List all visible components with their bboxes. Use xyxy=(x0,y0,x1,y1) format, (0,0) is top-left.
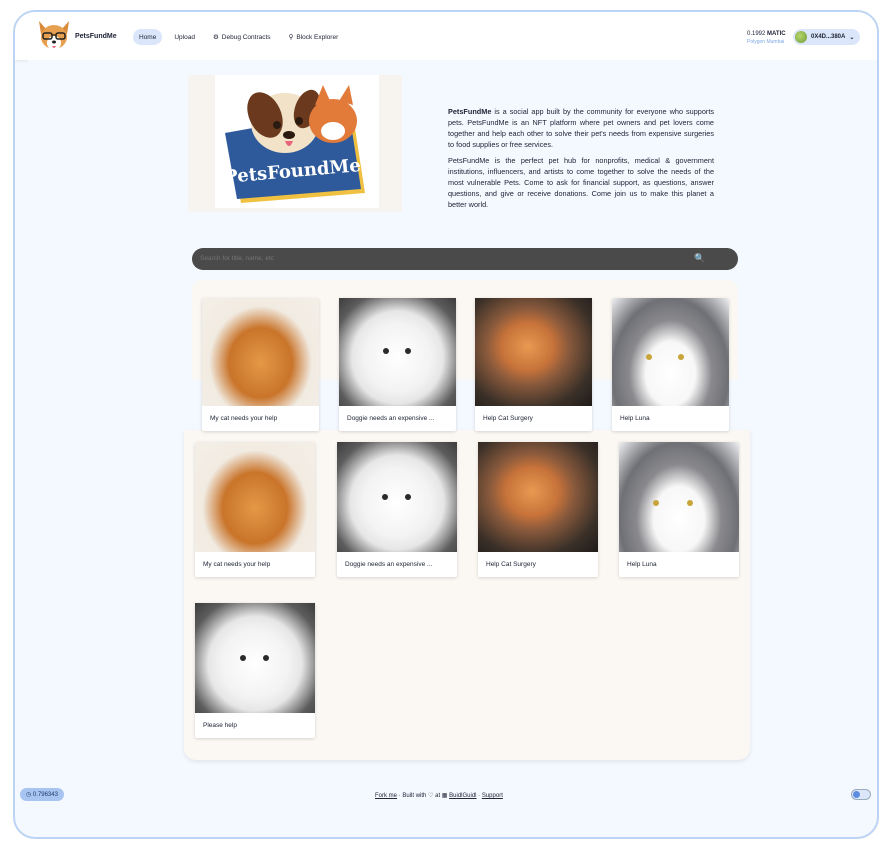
white-dog-image xyxy=(195,603,315,713)
hero-logo-image: PetsFoundMe xyxy=(188,75,402,212)
nav-upload-label: Upload xyxy=(174,33,195,41)
card-caption: Help Luna xyxy=(620,415,650,422)
search-icon[interactable]: 🔍 xyxy=(694,253,705,264)
nav-explorer-label: Block Explorer xyxy=(296,33,339,41)
chevron-down-icon: ⌄ xyxy=(849,34,855,41)
buidlguidl-icon: ▦ xyxy=(441,793,448,799)
main-content: PetsFoundMe PetsFundMe is a social app b… xyxy=(28,60,876,810)
grey-white-cat-image xyxy=(612,298,729,406)
wallet-address: 0X4D...380A xyxy=(811,34,846,40)
hero-brand: PetsFundMe xyxy=(448,107,492,116)
fund-card[interactable]: My cat needs your help xyxy=(202,298,319,431)
fund-card[interactable]: Help Luna xyxy=(612,298,729,431)
search-input[interactable] xyxy=(200,255,680,262)
sun-icon: ☼ xyxy=(877,788,879,797)
card-caption: Doggie needs an expensive ... xyxy=(347,415,435,422)
orange-cat-image xyxy=(202,298,319,406)
fund-card[interactable]: Help Cat Surgery xyxy=(475,298,592,431)
nav-debug-contracts[interactable]: ⚙ Debug Contracts xyxy=(207,29,277,45)
version-value: 0.796343 xyxy=(32,792,58,798)
orange-kitten-image xyxy=(475,298,592,406)
fund-card[interactable]: Help Cat Surgery xyxy=(478,442,598,577)
support-link[interactable]: Support xyxy=(482,793,503,799)
balance-value: 0.1992 xyxy=(747,31,766,37)
header: PetsFundMe Home Upload ⚙ Debug Contracts … xyxy=(15,12,877,60)
card-caption: Help Cat Surgery xyxy=(483,415,533,422)
heart-icon: ♡ xyxy=(428,793,434,799)
orange-kitten-image xyxy=(478,442,598,552)
nav-home-label: Home xyxy=(139,33,157,41)
hero-description: PetsFundMe is a social app built by the … xyxy=(448,106,714,215)
app-window: PetsFundMe Home Upload ⚙ Debug Contracts … xyxy=(13,10,879,839)
fund-card[interactable]: Doggie needs an expensive ... xyxy=(337,442,457,577)
footer: ◷ 0.796343 Fork me · Built with ♡ at ▦ B… xyxy=(15,788,877,806)
grey-white-cat-image xyxy=(619,442,739,552)
nav-upload[interactable]: Upload xyxy=(168,29,201,45)
built-with-text: Built with xyxy=(402,793,427,799)
card-caption: My cat needs your help xyxy=(203,561,271,568)
main-nav: Home Upload ⚙ Debug Contracts ⚲ Block Expl… xyxy=(133,29,344,45)
wallet-avatar xyxy=(795,31,807,43)
network-name: Polygon Mumbai xyxy=(747,39,785,45)
corgi-logo-icon[interactable] xyxy=(35,18,73,54)
buidlguidl-link[interactable]: BuidlGuidl xyxy=(449,793,476,799)
fund-card[interactable]: My cat needs your help xyxy=(195,442,315,577)
fund-card[interactable]: Please help xyxy=(195,603,315,738)
version-badge[interactable]: ◷ 0.796343 xyxy=(20,788,64,801)
white-dog-image xyxy=(337,442,457,552)
fork-me-link[interactable]: Fork me xyxy=(375,793,397,799)
at-text: at xyxy=(435,793,441,799)
clock-icon: ◷ xyxy=(26,792,32,798)
nav-home[interactable]: Home xyxy=(133,29,163,45)
magnifier-icon: ⚲ xyxy=(288,34,294,41)
brand-name[interactable]: PetsFundMe xyxy=(75,33,117,40)
bug-icon: ⚙ xyxy=(212,34,219,41)
card-caption: Help Cat Surgery xyxy=(486,561,536,568)
card-caption: Help Luna xyxy=(627,561,657,568)
balance-unit: MATIC xyxy=(767,31,786,37)
toggle-knob xyxy=(853,791,860,798)
search-bar[interactable]: 🔍 xyxy=(192,248,738,270)
nav-block-explorer[interactable]: ⚲ Block Explorer xyxy=(283,29,345,45)
footer-links: Fork me · Built with ♡ at ▦ BuidlGuidl ·… xyxy=(375,793,503,799)
orange-cat-image xyxy=(195,442,315,552)
wallet-balance[interactable]: 0.1992 MATIC Polygon Mumbai xyxy=(747,30,786,46)
fund-card[interactable]: Help Luna xyxy=(619,442,739,577)
card-caption: Doggie needs an expensive ... xyxy=(345,561,433,568)
hero-paragraph-2: PetsFundMe is the perfect pet hub for no… xyxy=(448,156,714,209)
fund-card[interactable]: Doggie needs an expensive ... xyxy=(339,298,456,431)
nav-debug-label: Debug Contracts xyxy=(221,33,271,41)
hero-paragraph-1: PetsFundMe is a social app built by the … xyxy=(448,106,714,150)
theme-toggle[interactable] xyxy=(851,789,871,800)
pets-logo-illustration: PetsFoundMe xyxy=(223,85,365,203)
wallet-button[interactable]: 0X4D...380A ⌄ xyxy=(793,29,861,45)
white-dog-image xyxy=(339,298,456,406)
card-caption: Please help xyxy=(203,722,237,729)
card-caption: My cat needs your help xyxy=(210,415,278,422)
